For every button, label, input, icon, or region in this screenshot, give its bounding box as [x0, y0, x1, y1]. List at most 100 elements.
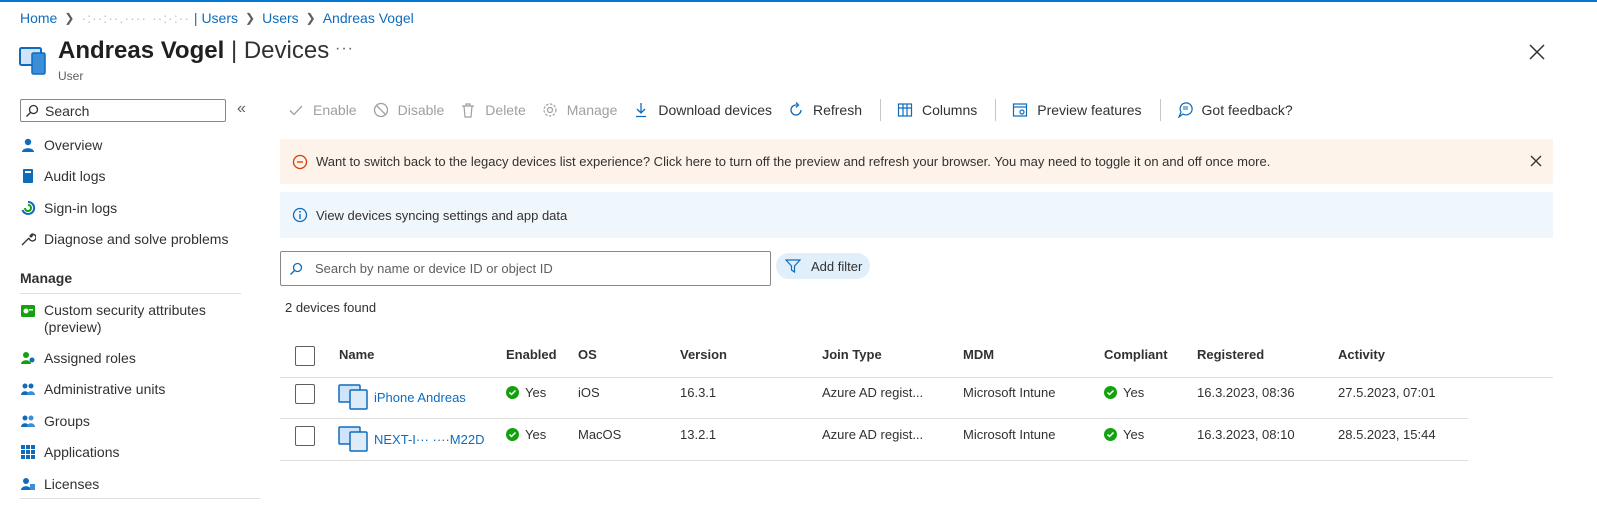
breadcrumb-tenant-suffix: | Users [193, 10, 239, 26]
sidebar-item-sign-in-logs[interactable]: Sign-in logs [20, 200, 117, 216]
command-bar: Enable Disable Delete Manage Download de… [288, 99, 1309, 121]
refresh-icon [788, 102, 804, 118]
row-divider [280, 460, 1468, 461]
os-cell: iOS [578, 385, 600, 400]
columns-icon [897, 102, 913, 118]
enable-label: Enable [313, 102, 357, 118]
delete-button[interactable]: Delete [460, 102, 526, 118]
legacy-banner-text[interactable]: Want to switch back to the legacy device… [316, 154, 1270, 169]
column-header-compliant[interactable]: Compliant [1104, 347, 1168, 362]
device-name-link[interactable]: NEXT-I··· ····M22D [338, 426, 485, 452]
warning-circle-icon [292, 154, 308, 169]
sidebar-item-groups[interactable]: Groups [20, 413, 90, 429]
row-checkbox[interactable] [295, 426, 315, 446]
row-checkbox[interactable] [295, 384, 315, 404]
search-icon [290, 262, 303, 275]
roles-icon [20, 350, 36, 366]
feedback-button[interactable]: Got feedback? [1177, 102, 1293, 118]
more-options-button[interactable]: ··· [335, 40, 354, 58]
activity-cell: 27.5.2023, 07:01 [1338, 385, 1436, 400]
breadcrumb-home[interactable]: Home [20, 10, 57, 26]
columns-button[interactable]: Columns [897, 102, 977, 118]
version-cell: 13.2.1 [680, 427, 717, 442]
toolbar-divider [1159, 99, 1161, 121]
breadcrumb-users[interactable]: Users [262, 10, 299, 26]
mdm-cell: Microsoft Intune [963, 427, 1056, 442]
delete-label: Delete [485, 102, 526, 118]
checkmark-circle-icon [506, 428, 519, 441]
select-all-checkbox[interactable] [295, 346, 315, 366]
checkmark-circle-icon [506, 386, 519, 399]
enabled-value: Yes [525, 385, 547, 400]
manage-button[interactable]: Manage [542, 102, 617, 118]
groups-icon [20, 413, 36, 429]
sidebar-item-applications[interactable]: Applications [20, 444, 120, 460]
device-name-text: iPhone Andreas [374, 389, 466, 405]
sidebar-section-manage: Manage [20, 270, 73, 286]
enable-button[interactable]: Enable [288, 102, 357, 118]
feedback-label: Got feedback? [1201, 102, 1293, 118]
os-cell: MacOS [578, 427, 622, 442]
sidebar-item-assigned-roles[interactable]: Assigned roles [20, 350, 136, 366]
sidebar-item-custom-security-attributes[interactable]: Custom security attributes (preview) [20, 302, 206, 336]
column-header-name[interactable]: Name [339, 347, 374, 362]
device-name-link[interactable]: iPhone Andreas [338, 384, 466, 410]
breadcrumb-user[interactable]: Andreas Vogel [323, 10, 414, 26]
page-subtitle: User [58, 69, 84, 83]
filter-icon [785, 259, 801, 273]
disable-button[interactable]: Disable [373, 102, 444, 118]
device-search-placeholder: Search by name or device ID or object ID [315, 261, 553, 276]
preview-icon [1012, 102, 1028, 118]
column-header-activity[interactable]: Activity [1338, 347, 1385, 362]
refresh-button[interactable]: Refresh [788, 102, 862, 118]
device-icon [338, 426, 368, 452]
column-header-join-type[interactable]: Join Type [822, 347, 882, 362]
divider [20, 498, 260, 499]
sidebar-item-diagnose[interactable]: Diagnose and solve problems [20, 231, 228, 247]
enabled-cell: Yes [506, 427, 546, 442]
column-header-registered[interactable]: Registered [1197, 347, 1264, 362]
collapse-sidebar-button[interactable]: « [237, 100, 246, 118]
add-filter-button[interactable]: Add filter [776, 253, 870, 279]
row-divider [280, 418, 1468, 419]
legacy-experience-banner[interactable]: Want to switch back to the legacy device… [280, 139, 1553, 184]
sidebar-item-administrative-units[interactable]: Administrative units [20, 381, 165, 397]
sidebar-item-label-group: Custom security attributes (preview) [44, 302, 206, 336]
wrench-icon [20, 231, 36, 247]
compliant-cell: Yes [1104, 385, 1144, 400]
sidebar-item-overview[interactable]: Overview [20, 137, 102, 153]
column-header-enabled[interactable]: Enabled [506, 347, 557, 362]
sidebar-search-input[interactable]: Search [20, 99, 226, 122]
sidebar-item-licenses[interactable]: Licenses [20, 476, 99, 492]
download-devices-button[interactable]: Download devices [633, 102, 772, 118]
toolbar-divider [880, 99, 882, 121]
info-icon [292, 207, 308, 223]
column-header-mdm[interactable]: MDM [963, 347, 994, 362]
compliant-value: Yes [1123, 385, 1145, 400]
close-icon[interactable] [1527, 42, 1547, 62]
syncing-info-banner[interactable]: View devices syncing settings and app da… [280, 192, 1553, 238]
close-icon[interactable] [1529, 154, 1543, 168]
chevron-right-icon: ❯ [305, 11, 316, 25]
device-search-input[interactable]: Search by name or device ID or object ID [280, 251, 771, 286]
sidebar-item-label: Applications [44, 444, 120, 460]
sidebar-item-label: Audit logs [44, 168, 106, 184]
trash-icon [460, 102, 476, 118]
info-banner-text[interactable]: View devices syncing settings and app da… [316, 208, 567, 223]
mdm-cell: Microsoft Intune [963, 385, 1056, 400]
sidebar-item-label: Sign-in logs [44, 200, 118, 216]
activity-cell: 28.5.2023, 15:44 [1338, 427, 1436, 442]
column-header-os[interactable]: OS [578, 347, 597, 362]
sidebar-item-audit-logs[interactable]: Audit logs [20, 168, 105, 184]
sidebar-item-label: Administrative units [44, 381, 166, 397]
checkmark-circle-icon [1104, 428, 1117, 441]
units-icon [20, 381, 36, 397]
device-name-text: NEXT-I··· ····M22D [374, 431, 485, 447]
person-icon [20, 137, 36, 153]
breadcrumb-tenant-name: ·:··:··.···· ··:·:·· [81, 10, 191, 26]
divider [20, 293, 241, 294]
preview-features-button[interactable]: Preview features [1012, 102, 1142, 118]
breadcrumb-tenant[interactable]: ·:··:··.···· ··:·:·· | Users [81, 10, 238, 26]
device-icon [338, 384, 368, 410]
column-header-version[interactable]: Version [680, 347, 727, 362]
